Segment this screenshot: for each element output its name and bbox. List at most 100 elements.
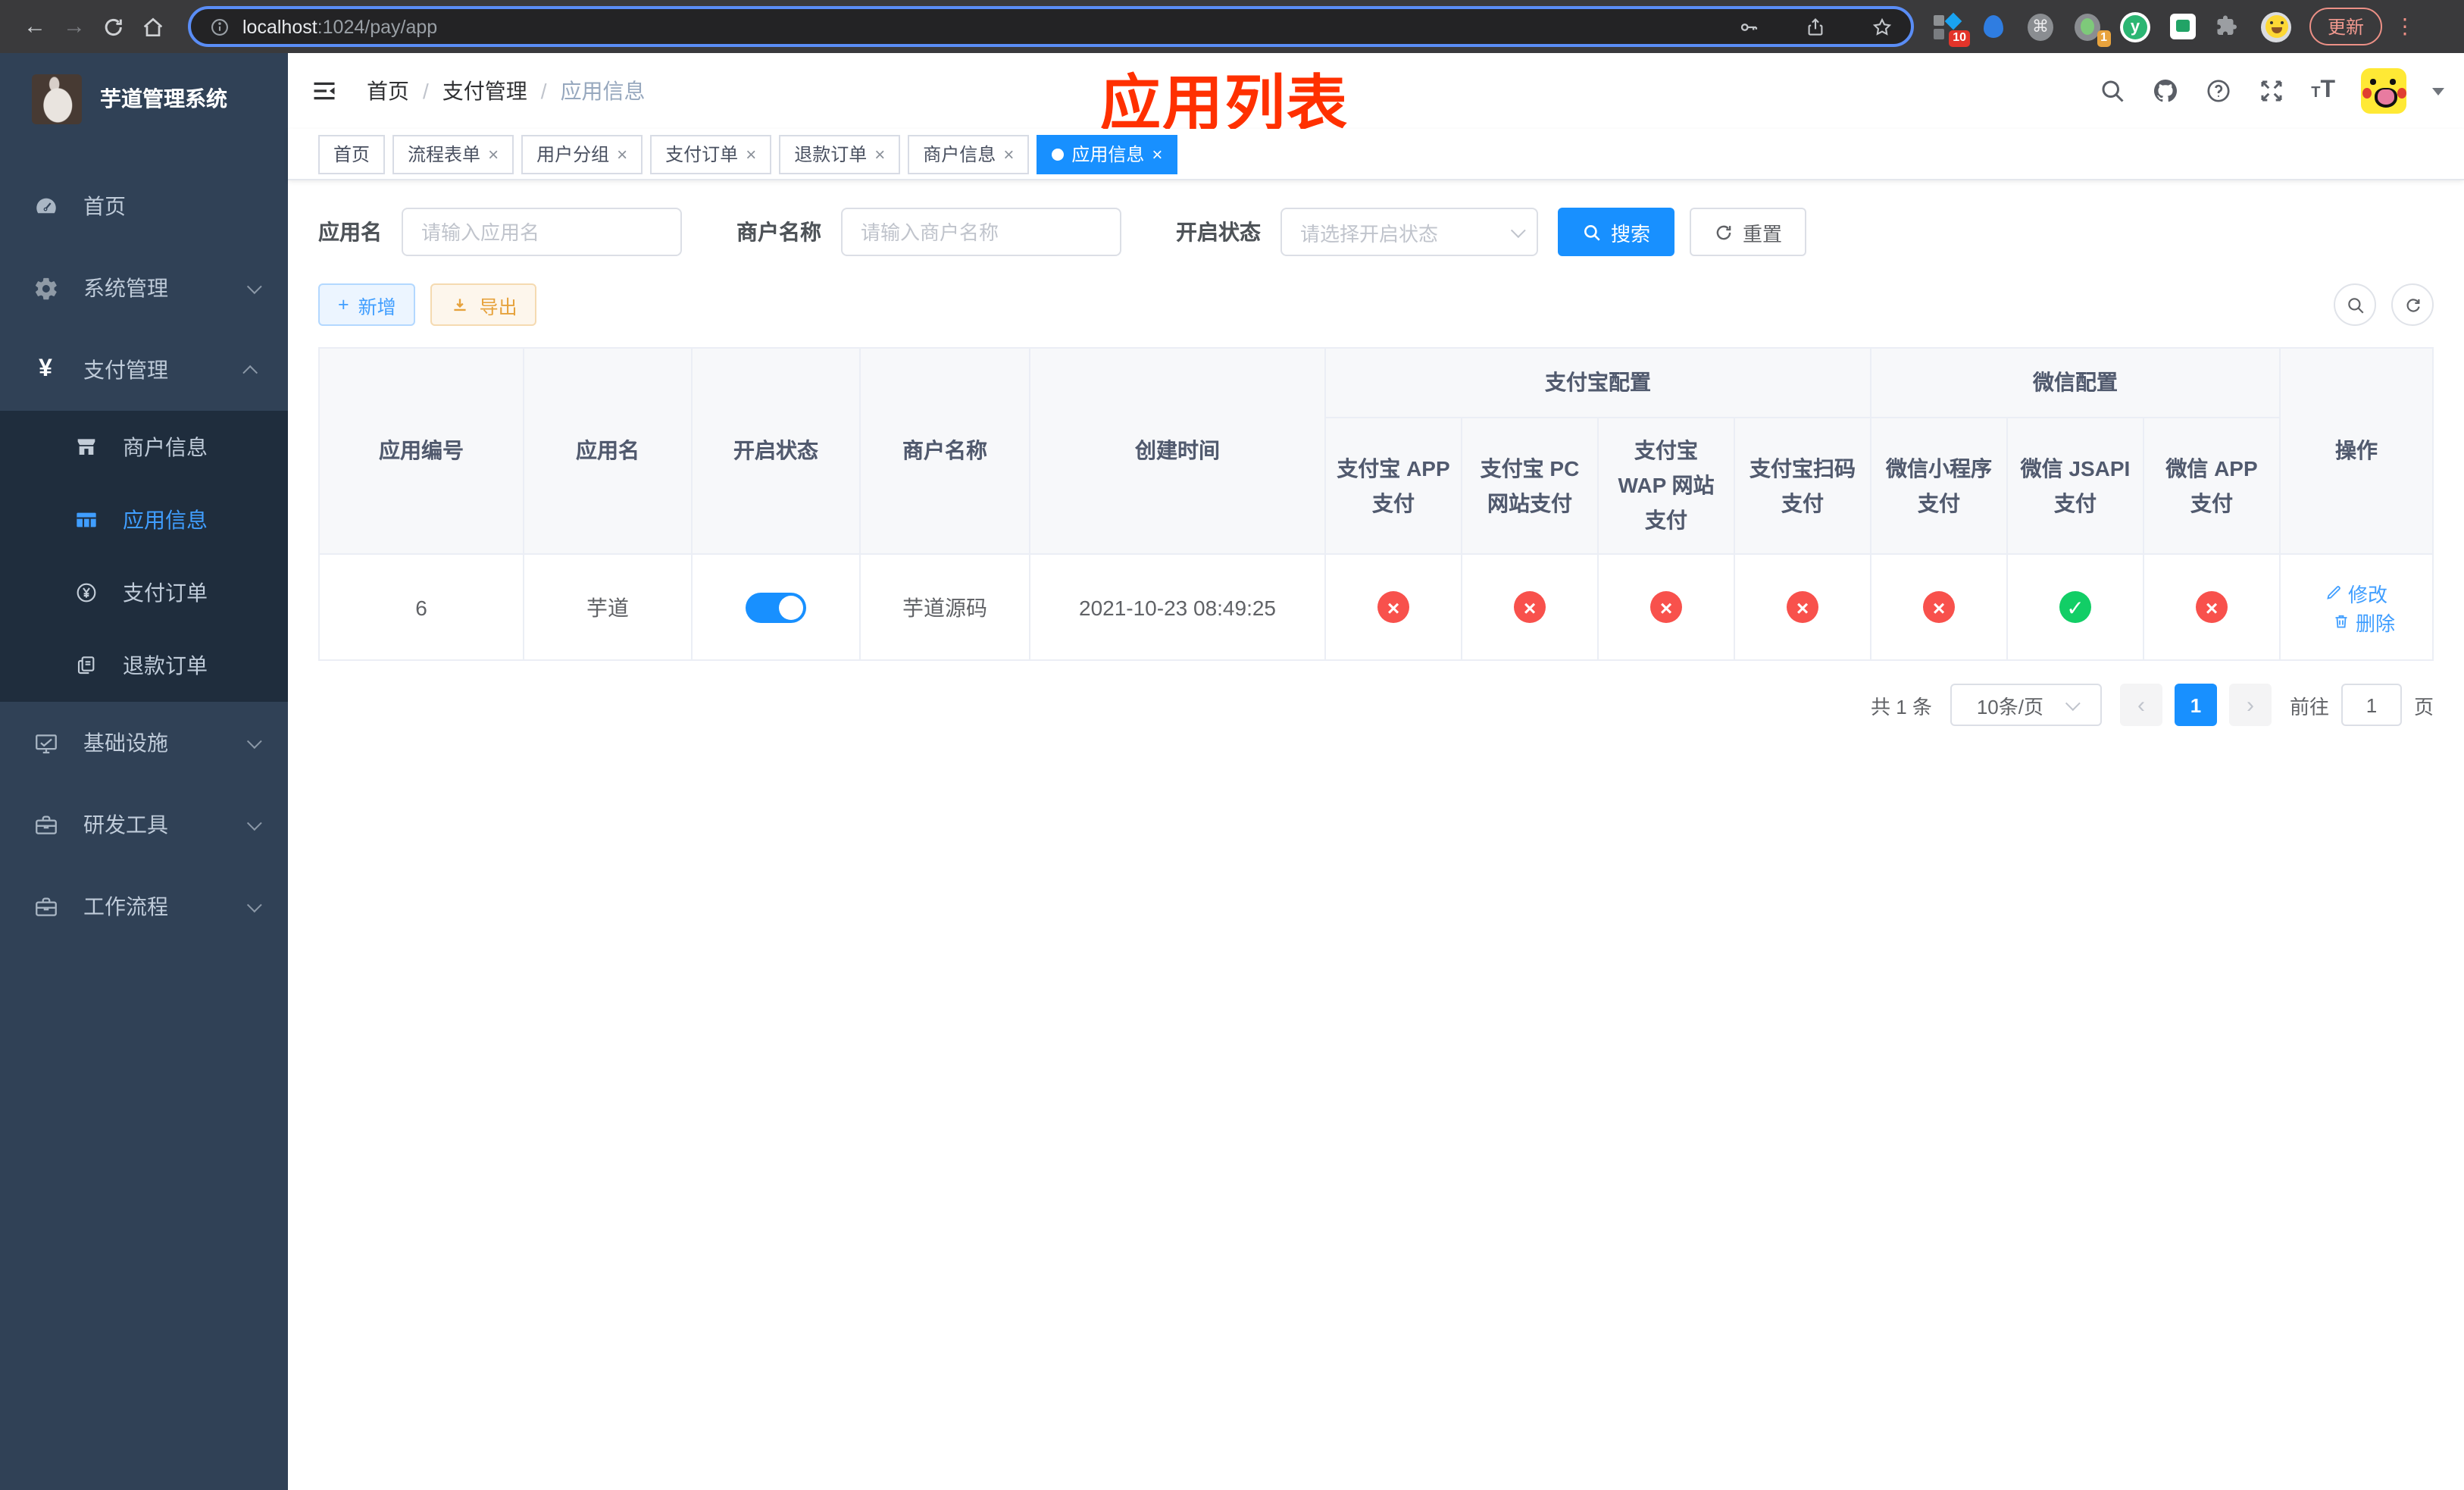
tab-home[interactable]: 首页 (318, 134, 386, 174)
page-1-button[interactable]: 1 (2174, 684, 2217, 727)
goto-page-input[interactable] (2340, 684, 2402, 727)
close-icon[interactable]: × (1003, 145, 1014, 163)
col-alipay-wap: 支付宝 WAP 网站支付 (1597, 416, 1735, 556)
status-select[interactable]: 请选择开启状态 (1280, 208, 1538, 256)
status-toggle[interactable] (746, 592, 806, 623)
help-icon[interactable] (2205, 77, 2232, 105)
fullscreen-icon[interactable] (2258, 77, 2285, 105)
col-group-alipay: 支付宝配置 (1324, 347, 1871, 418)
close-status-icon: × (1923, 591, 1955, 624)
sidebar-item-refund-orders[interactable]: 退款订单 (0, 629, 288, 702)
ext-square-2 (1934, 28, 1944, 39)
search-button[interactable]: 搜索 (1558, 208, 1675, 256)
close-icon[interactable]: × (1152, 145, 1162, 163)
export-button[interactable]: 导出 (430, 283, 537, 326)
page-content: 应用名 商户名称 开启状态 请选择开启状态 搜索 重置 (288, 180, 2464, 727)
tab-label: 退款订单 (794, 144, 868, 165)
sidebar-item-pay-orders[interactable]: 支付订单 (0, 556, 288, 629)
cell-merchant: 芋道源码 (859, 553, 1030, 662)
edit-link[interactable]: 修改 (2325, 579, 2387, 608)
tab-label: 流程表单 (408, 144, 481, 165)
close-status-icon: × (2196, 591, 2228, 624)
col-wechat-jsapi: 微信 JSAPI 支付 (2006, 416, 2144, 556)
close-icon[interactable]: × (488, 145, 499, 163)
add-button[interactable]: + 新增 (318, 283, 416, 326)
breadcrumb-home[interactable]: 首页 (367, 76, 409, 106)
next-page-button[interactable]: › (2228, 684, 2272, 727)
col-created: 创建时间 (1029, 346, 1326, 556)
tab-label: 用户分组 (536, 144, 610, 165)
goto-unit-label: 页 (2413, 695, 2434, 718)
tab-user-group[interactable]: 用户分组 × (521, 134, 643, 174)
close-icon[interactable]: × (746, 145, 756, 163)
extension-command-icon[interactable]: ⌘ (2026, 11, 2056, 42)
app-logo-row[interactable]: 芋道管理系统 (0, 53, 288, 144)
site-info-icon[interactable] (209, 16, 230, 37)
font-size-icon[interactable]: TT (2311, 77, 2335, 105)
search-icon (2347, 297, 2363, 313)
col-app-name: 应用名 (523, 346, 693, 556)
sidebar-item-label: 商户信息 (123, 435, 208, 459)
address-bar[interactable]: localhost:1024/pay/app (188, 6, 1914, 47)
page-size-select[interactable]: 10条/页 (1950, 684, 2102, 727)
close-icon[interactable]: × (617, 145, 627, 163)
sidebar-item-system[interactable]: 系统管理 (0, 247, 288, 329)
refresh-table-button[interactable] (2391, 283, 2434, 326)
tab-app-info[interactable]: 应用信息 × (1037, 134, 1178, 174)
share-icon[interactable] (1805, 16, 1826, 37)
password-key-icon[interactable] (1738, 16, 1759, 37)
close-status-icon: × (1787, 591, 1818, 624)
avatar-dropdown-caret[interactable] (2432, 87, 2444, 95)
browser-update-button[interactable]: 更新 (2309, 8, 2383, 45)
sidebar-item-infrastructure[interactable]: 基础设施 (0, 702, 288, 784)
delete-link[interactable]: 删除 (2333, 608, 2395, 637)
tab-refund-orders[interactable]: 退款订单 × (779, 134, 901, 174)
tab-merchant-info[interactable]: 商户信息 × (908, 134, 1030, 174)
sidebar-item-merchant-info[interactable]: 商户信息 (0, 411, 288, 484)
sidebar-item-app-info[interactable]: 应用信息 (0, 484, 288, 556)
sidebar-item-workflow[interactable]: 工作流程 (0, 866, 288, 947)
reset-button[interactable]: 重置 (1690, 208, 1807, 256)
back-button[interactable]: ← (15, 14, 55, 39)
sidebar-item-dev-tools[interactable]: 研发工具 (0, 784, 288, 866)
ext-square-1 (1934, 14, 1944, 25)
extension-gem-icon[interactable] (1979, 11, 2009, 42)
user-avatar[interactable] (2361, 68, 2406, 114)
status-label: 开启状态 (1176, 220, 1261, 244)
browser-menu-button[interactable]: ⋮ (2394, 14, 2416, 39)
payment-submenu: 商户信息 应用信息 支付订单 退款订单 (0, 411, 288, 702)
app-title: 芋道管理系统 (100, 86, 227, 111)
toggle-search-button[interactable] (2334, 283, 2376, 326)
close-icon[interactable]: × (874, 145, 885, 163)
close-status-icon: × (1514, 591, 1546, 624)
refresh-icon (2406, 298, 2419, 311)
extension-recorder-icon[interactable]: 1 (2073, 11, 2111, 46)
forward-button[interactable]: → (55, 14, 94, 39)
extension-chat-icon[interactable] (2167, 11, 2197, 42)
sidebar: 芋道管理系统 首页 系统管理 ¥ 支付管理 商户信息 应用信息 支付订单 退款订… (0, 53, 288, 1490)
breadcrumb-payment[interactable]: 支付管理 (442, 76, 527, 106)
sidebar-item-payment[interactable]: ¥ 支付管理 (0, 329, 288, 411)
collapse-sidebar-button[interactable] (311, 77, 341, 105)
sidebar-item-home[interactable]: 首页 (0, 165, 288, 247)
bookmark-star-icon[interactable] (1871, 16, 1893, 37)
browser-profile-avatar[interactable] (2261, 11, 2291, 42)
cell-app-name: 芋道 (523, 553, 693, 662)
reload-button[interactable] (94, 14, 133, 39)
search-icon[interactable] (2099, 77, 2126, 105)
merchant-name-input[interactable] (841, 208, 1121, 256)
app-name-input[interactable] (402, 208, 682, 256)
tab-process-form[interactable]: 流程表单 × (392, 134, 514, 174)
col-group-wechat: 微信配置 (1870, 347, 2281, 418)
tab-pay-orders[interactable]: 支付订单 × (650, 134, 772, 174)
chevron-down-icon (246, 278, 262, 294)
extension-tasks-icon[interactable]: 10 (1932, 11, 1970, 46)
plus-icon: + (338, 294, 349, 315)
breadcrumb-separator: / (540, 79, 547, 103)
extensions-puzzle-icon[interactable] (2214, 11, 2244, 42)
extension-yudao-icon[interactable]: y (2120, 11, 2150, 42)
tab-label: 首页 (333, 144, 371, 165)
prev-page-button[interactable]: ‹ (2119, 684, 2162, 727)
github-icon[interactable] (2152, 77, 2179, 105)
home-button[interactable] (133, 14, 173, 39)
